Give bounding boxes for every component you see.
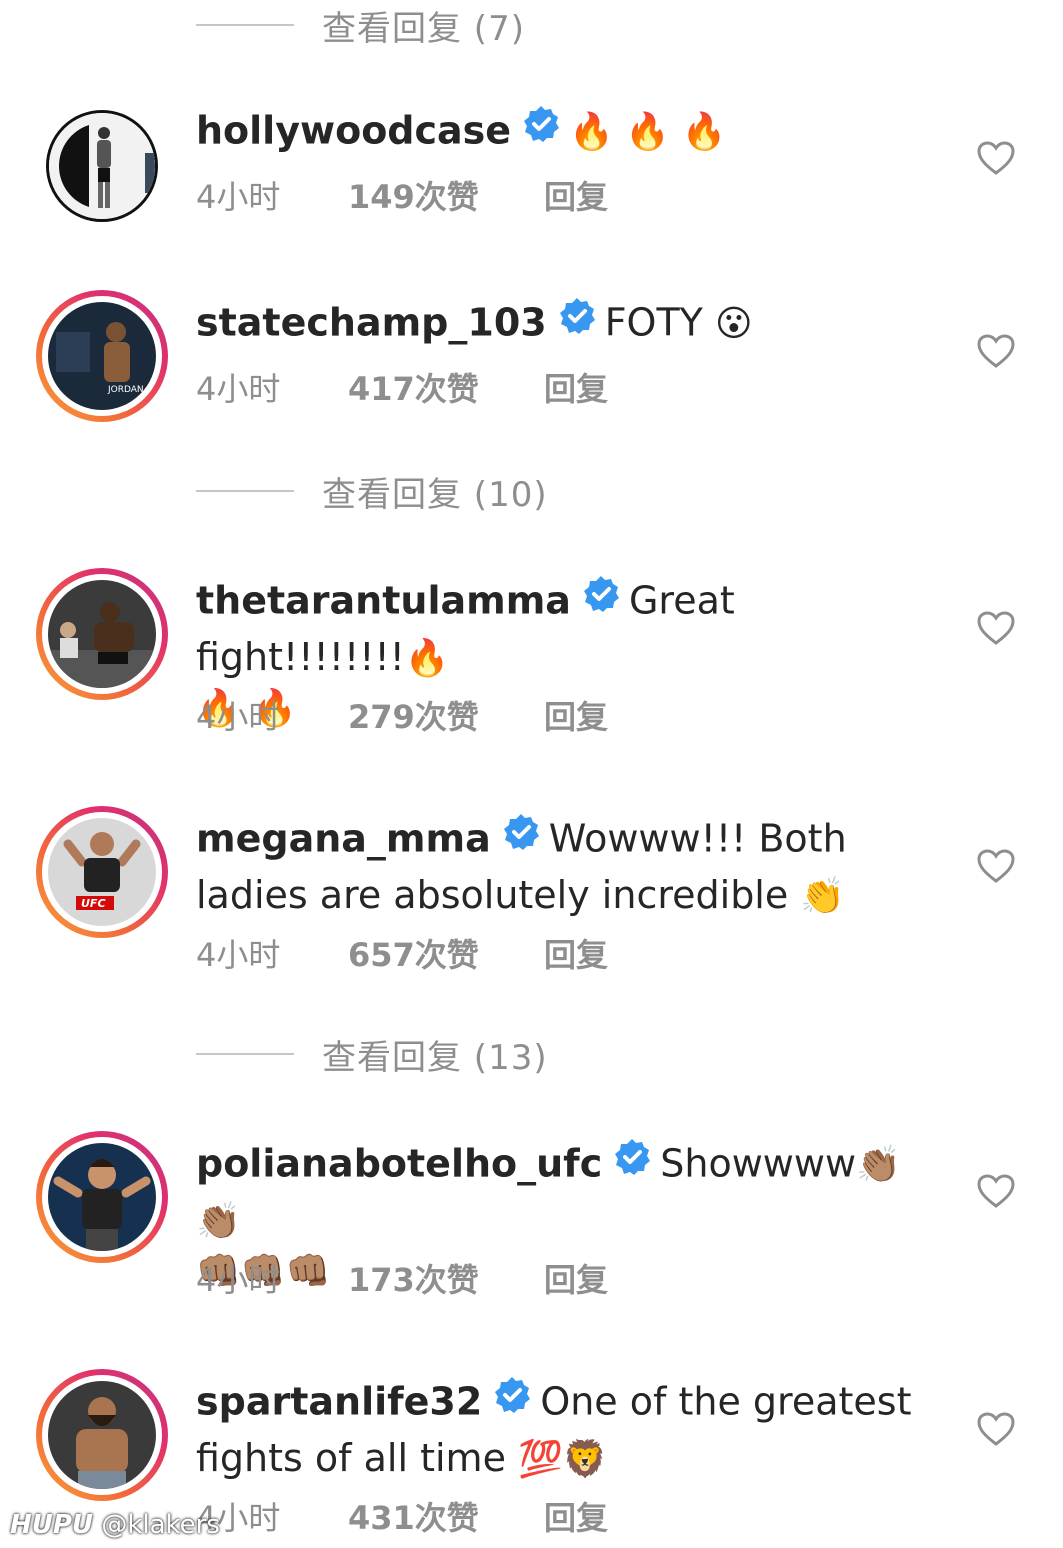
avatar-photo — [48, 580, 156, 688]
comment-text: ladies are absolutely incredible — [196, 873, 789, 917]
reply-button[interactable]: 回复 — [544, 1493, 608, 1539]
clap-emoji: 👏 — [800, 876, 846, 917]
divider-line — [196, 490, 294, 492]
divider-line — [196, 24, 294, 26]
verified-badge-icon — [521, 104, 561, 156]
avatar-photo — [48, 1143, 156, 1251]
comment-username[interactable]: polianabotelho_ufc — [196, 1142, 602, 1186]
view-replies-toggle[interactable]: 查看回复 (7) — [196, 0, 525, 50]
avatar[interactable] — [36, 1369, 168, 1501]
watermark-handle: @klakers — [101, 1510, 220, 1540]
watermark: HUPU @klakers — [10, 1510, 220, 1540]
reply-button[interactable]: 回复 — [544, 1255, 608, 1301]
comment-text: Showwww — [660, 1141, 857, 1186]
verified-badge-icon — [557, 296, 597, 348]
comment-likes[interactable]: 279次赞 — [348, 692, 544, 738]
hundred-lion-emoji: 💯🦁 — [518, 1439, 608, 1480]
comment-text: FOTY — [604, 300, 703, 345]
avatar[interactable] — [46, 110, 158, 222]
comment-time: 4小时 — [196, 370, 281, 408]
avatar[interactable] — [36, 1131, 168, 1263]
comment-likes[interactable]: 173次赞 — [348, 1255, 544, 1301]
comment-username[interactable]: hollywoodcase — [196, 109, 511, 153]
verified-badge-icon — [492, 1375, 532, 1427]
watermark-brand: HUPU — [10, 1510, 94, 1540]
avatar[interactable] — [36, 568, 168, 700]
comment-time: 4小时 — [196, 698, 281, 736]
like-heart-icon[interactable] — [976, 140, 1016, 176]
verified-badge-icon — [581, 574, 621, 626]
reply-button[interactable]: 回复 — [544, 364, 608, 410]
like-heart-icon[interactable] — [976, 848, 1016, 884]
verified-badge-icon — [501, 812, 541, 864]
like-heart-icon[interactable] — [976, 1411, 1016, 1447]
avatar-photo: UFC — [48, 818, 156, 926]
comment-text: One of the greatest — [540, 1379, 912, 1424]
surprised-emoji: 😮 — [715, 303, 753, 345]
comment-time: 4小时 — [196, 178, 281, 216]
like-heart-icon[interactable] — [976, 1173, 1016, 1209]
comment-likes[interactable]: 431次赞 — [348, 1493, 544, 1539]
svg-text:UFC: UFC — [81, 897, 106, 910]
comment-time: 4小时 — [196, 1261, 281, 1299]
comment-username[interactable]: statechamp_103 — [196, 301, 547, 345]
reply-button[interactable]: 回复 — [544, 692, 608, 738]
like-heart-icon[interactable] — [976, 610, 1016, 646]
comment-text: fights of all time — [196, 1436, 506, 1480]
comment-time: 4小时 — [196, 936, 281, 974]
avatar[interactable]: JORDAN — [36, 290, 168, 422]
comment-username[interactable]: thetarantulamma — [196, 579, 571, 623]
divider-line — [196, 1053, 294, 1055]
view-replies-label: 查看回复 (7) — [322, 8, 525, 49]
view-replies-toggle[interactable]: 查看回复 (10) — [196, 466, 548, 516]
view-replies-label: 查看回复 (13) — [322, 1037, 548, 1078]
view-replies-label: 查看回复 (10) — [322, 474, 548, 515]
reply-button[interactable]: 回复 — [544, 172, 608, 218]
comment-username[interactable]: spartanlife32 — [196, 1380, 482, 1424]
reply-button[interactable]: 回复 — [544, 930, 608, 976]
svg-text:JORDAN: JORDAN — [107, 385, 144, 395]
avatar-photo — [48, 1381, 156, 1489]
verified-badge-icon — [612, 1137, 652, 1189]
fire-emoji: 🔥 — [404, 638, 450, 679]
comment-likes[interactable]: 149次赞 — [348, 172, 544, 218]
like-heart-icon[interactable] — [976, 333, 1016, 369]
avatar[interactable]: UFC — [36, 806, 168, 938]
view-replies-toggle[interactable]: 查看回复 (13) — [196, 1029, 548, 1079]
comment-likes[interactable]: 657次赞 — [348, 930, 544, 976]
comment-likes[interactable]: 417次赞 — [348, 364, 544, 410]
fire-emoji: 🔥 🔥 🔥 — [569, 111, 727, 153]
comment-text: Wowww!!! Both — [548, 816, 847, 861]
comment-username[interactable]: megana_mma — [196, 817, 491, 861]
avatar-photo: JORDAN — [48, 302, 156, 410]
avatar-photo — [49, 113, 155, 219]
